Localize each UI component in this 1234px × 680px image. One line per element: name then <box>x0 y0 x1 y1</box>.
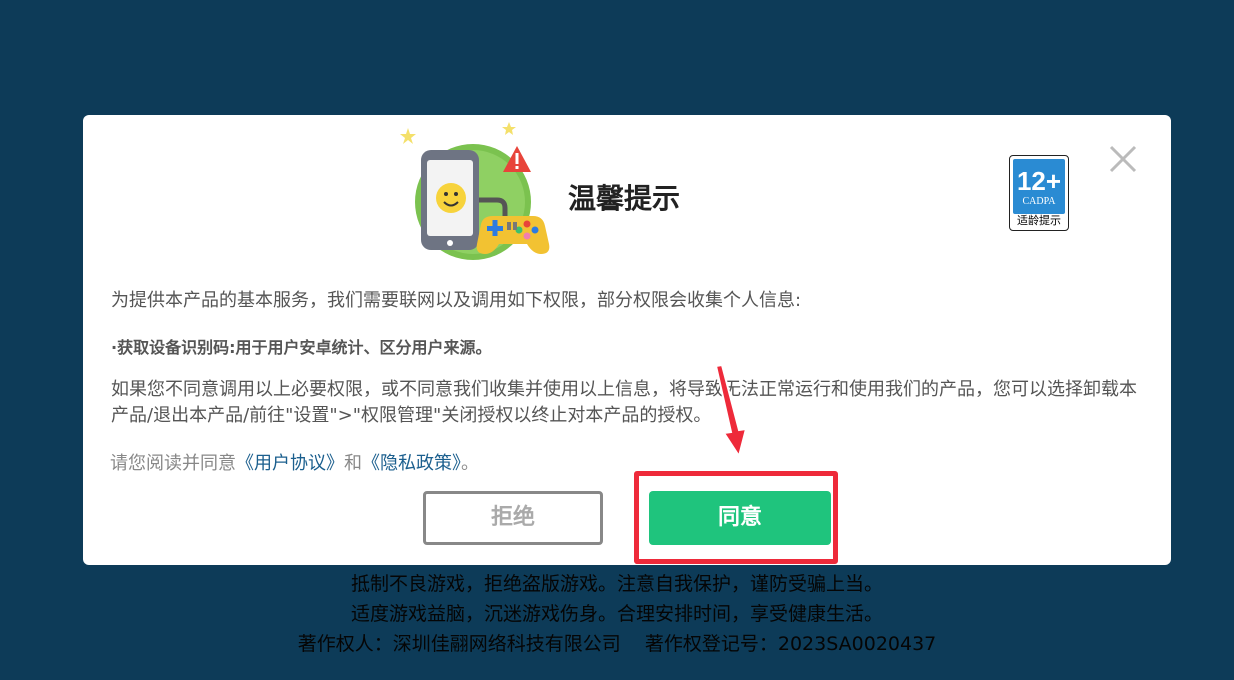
permission-item: ·获取设备识别码:用于用户安卓统计、区分用户来源。 <box>111 338 492 357</box>
age-rating-top: 12+ CADPA <box>1013 159 1065 214</box>
age-rating-tip: 适龄提示 <box>1017 214 1061 227</box>
footer-line-3: 著作权人：深圳佳翮网络科技有限公司 著作权登记号：2023SA0020437 <box>297 633 937 655</box>
age-rating-badge: 12+ CADPA 适龄提示 <box>1009 155 1069 231</box>
footer-line-1: 抵制不良游戏，拒绝盗版游戏。注意自我保护，谨防受骗上当。 <box>350 573 883 595</box>
permission-dialog: 温馨提示 12+ CADPA 适龄提示 为提供本产品的基本服务，我们需要联网以及… <box>83 115 1171 565</box>
footer-line-2: 适度游戏益脑，沉迷游戏伤身。合理安排时间，享受健康生活。 <box>350 603 883 625</box>
agreement-line: 请您阅读并同意《用户协议》和《隐私政策》。 <box>110 451 479 477</box>
agreement-and: 和 <box>344 453 362 474</box>
age-rating-number: 12+ <box>1016 166 1062 196</box>
agree-button[interactable]: 同意 <box>649 491 831 545</box>
reject-button[interactable]: 拒绝 <box>423 491 603 545</box>
notice-text: 如果您不同意调用以上必要权限，或不同意我们收集并使用以上信息，将导致无法正常运行… <box>111 379 1137 426</box>
game-controller-illustration-icon <box>400 122 550 260</box>
user-agreement-link[interactable]: 《用户协议》 <box>236 453 344 474</box>
age-rating-org: CADPA <box>1022 196 1056 207</box>
agreement-suffix: 。 <box>461 453 479 474</box>
close-icon[interactable] <box>1105 141 1141 177</box>
dialog-title: 温馨提示 <box>568 182 681 215</box>
privacy-policy-link[interactable]: 《隐私政策》 <box>362 453 461 474</box>
intro-text: 为提供本产品的基本服务，我们需要联网以及调用如下权限，部分权限会收集个人信息: <box>111 290 802 311</box>
agreement-prefix: 请您阅读并同意 <box>110 453 236 474</box>
